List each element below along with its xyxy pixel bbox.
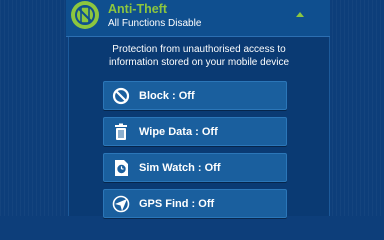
trash-icon [111, 122, 131, 142]
sim-watch-icon [111, 158, 131, 178]
gps-icon [111, 194, 131, 214]
gps-find-label: GPS Find : Off [139, 197, 215, 210]
header-subtitle: All Functions Disable [108, 18, 202, 29]
description-line-1: Protection from unauthorised access to [112, 44, 286, 55]
block-icon [111, 86, 131, 106]
block-label: Block : Off [139, 89, 195, 102]
header-title: Anti-Theft [108, 2, 168, 16]
sim-watch-button[interactable]: Sim Watch : Off [103, 153, 287, 182]
collapse-arrow-icon[interactable] [296, 12, 304, 17]
anti-theft-panel: Protection from unauthorised access to i… [68, 37, 330, 218]
sim-watch-label: Sim Watch : Off [139, 161, 221, 174]
description-line-2: information stored on your mobile device [108, 57, 290, 68]
no-phone-icon [71, 1, 99, 29]
anti-theft-header[interactable]: Anti-Theft All Functions Disable [66, 0, 330, 37]
gps-find-button[interactable]: GPS Find : Off [103, 189, 287, 218]
block-button[interactable]: Block : Off [103, 81, 287, 110]
wipe-data-label: Wipe Data : Off [139, 125, 218, 138]
wipe-data-button[interactable]: Wipe Data : Off [103, 117, 287, 146]
description: Protection from unauthorised access to i… [69, 43, 329, 69]
